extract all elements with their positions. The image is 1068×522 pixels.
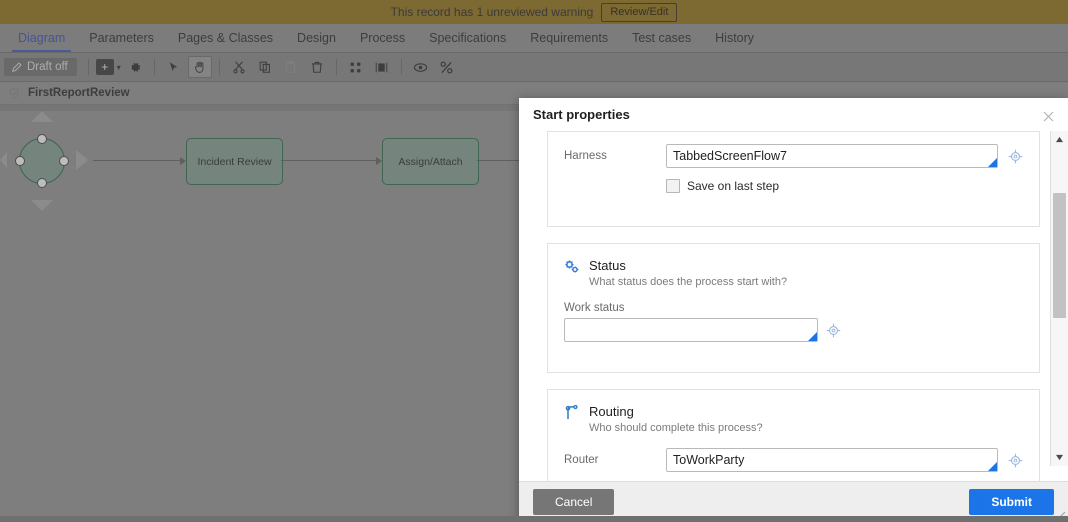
router-input[interactable] [666, 448, 998, 472]
submit-button[interactable]: Submit [969, 489, 1054, 515]
save-on-last-step-label: Save on last step [687, 179, 780, 193]
save-on-last-step-checkbox[interactable] [666, 179, 680, 193]
start-properties-dialog: Start properties Harness Save on l [519, 98, 1068, 522]
crosshair-icon[interactable] [1008, 453, 1023, 468]
status-section-subtitle: What status does the process start with? [589, 276, 788, 288]
harness-input-wrap [666, 144, 998, 168]
window-bottom-strip [0, 516, 1068, 522]
crosshair-icon[interactable] [1008, 149, 1023, 164]
routing-icon [565, 405, 578, 419]
scroll-up-arrow[interactable] [1051, 131, 1068, 148]
routing-section-head: Routing Who should complete this process… [564, 404, 1023, 434]
dialog-body: Harness Save on last step [519, 131, 1068, 481]
dialog-scrollbar[interactable] [1050, 131, 1068, 466]
harness-input[interactable] [666, 144, 998, 168]
scrollbar-thumb[interactable] [1053, 193, 1066, 318]
router-input-wrap [666, 448, 998, 472]
dialog-header: Start properties [519, 98, 1068, 131]
work-status-row [564, 318, 1023, 342]
status-section-title: Status [589, 258, 626, 273]
routing-panel: Routing Who should complete this process… [547, 389, 1040, 481]
gears-icon [565, 260, 579, 273]
harness-row: Harness [564, 144, 1023, 168]
status-section-head: Status What status does the process star… [564, 258, 1023, 288]
crosshair-icon[interactable] [826, 323, 841, 338]
work-status-input-wrap [564, 318, 818, 342]
work-status-label: Work status [564, 302, 625, 314]
work-status-input[interactable] [564, 318, 818, 342]
save-on-last-step-row: Save on last step [666, 179, 1023, 193]
status-panel: Status What status does the process star… [547, 243, 1040, 373]
scroll-down-arrow[interactable] [1051, 449, 1068, 466]
router-label: Router [564, 454, 599, 466]
harness-panel: Harness Save on last step [547, 131, 1040, 227]
close-icon[interactable] [1038, 106, 1058, 126]
harness-label: Harness [564, 150, 607, 162]
dialog-title: Start properties [533, 107, 630, 122]
router-row: Router [564, 448, 1023, 472]
routing-section-subtitle: Who should complete this process? [589, 422, 763, 434]
cancel-button[interactable]: Cancel [533, 489, 615, 515]
routing-section-title: Routing [589, 404, 634, 419]
